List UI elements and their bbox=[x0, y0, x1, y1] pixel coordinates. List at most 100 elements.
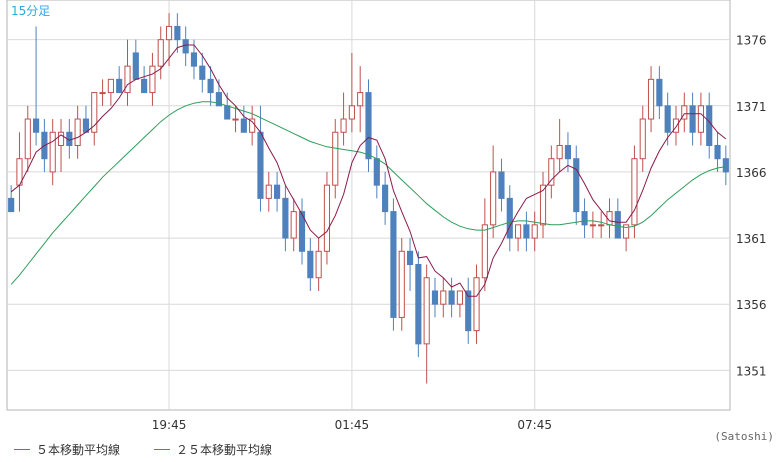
candle-body bbox=[307, 250, 314, 279]
candle-body bbox=[598, 224, 605, 227]
candle-body bbox=[564, 144, 572, 160]
y-tick-label: 1371 bbox=[736, 100, 767, 114]
candle-body bbox=[174, 25, 181, 41]
candle-body bbox=[74, 118, 81, 146]
candle-body bbox=[448, 290, 455, 305]
candle-body bbox=[157, 39, 164, 67]
candle bbox=[631, 145, 638, 239]
candle-body bbox=[647, 78, 655, 120]
candle-body bbox=[182, 39, 189, 54]
candle-body bbox=[589, 224, 596, 227]
candle-body bbox=[141, 78, 148, 94]
candle-body bbox=[265, 184, 272, 199]
candle-body bbox=[656, 78, 663, 107]
candle-body bbox=[398, 250, 405, 318]
legend-swatch-ma5 bbox=[14, 449, 30, 450]
candle-body bbox=[440, 290, 447, 305]
candle-body bbox=[348, 105, 355, 120]
candle-body bbox=[207, 78, 214, 94]
candle-body bbox=[365, 92, 372, 160]
candle-body bbox=[224, 105, 231, 120]
legend: ５本移動平均線 ２５本移動平均線 (Satoshi) bbox=[0, 430, 784, 462]
candle-body bbox=[290, 211, 297, 239]
candle-body bbox=[490, 171, 497, 226]
candle-body bbox=[697, 105, 704, 133]
plot-area bbox=[6, 0, 731, 411]
candle-body bbox=[99, 92, 106, 95]
candle-body bbox=[498, 171, 505, 199]
candle-body bbox=[332, 131, 339, 186]
timeframe-label: 15分足 bbox=[11, 4, 50, 18]
candle-body bbox=[340, 118, 347, 133]
candle-body bbox=[274, 184, 281, 199]
candle-body bbox=[132, 52, 139, 80]
candle-body bbox=[465, 290, 472, 332]
candle-body bbox=[631, 158, 638, 226]
candle-body bbox=[548, 158, 555, 186]
legend-item-ma5: ５本移動平均線 bbox=[14, 441, 120, 458]
candle-body bbox=[323, 184, 331, 252]
y-tick-label: 1356 bbox=[736, 298, 767, 312]
candle-body bbox=[165, 25, 173, 41]
legend-item-ma25: ２５本移動平均線 bbox=[154, 441, 272, 458]
candle bbox=[415, 251, 422, 358]
candle-body bbox=[124, 65, 131, 94]
candle-body bbox=[49, 131, 56, 173]
candle-body bbox=[107, 78, 114, 94]
candle-body bbox=[431, 290, 439, 305]
candle-body bbox=[257, 131, 264, 199]
x-tick-label: 07:45 bbox=[517, 418, 552, 432]
candle-body bbox=[423, 277, 430, 345]
candle-body bbox=[581, 211, 588, 226]
candle-body bbox=[116, 78, 123, 94]
legend-label-ma5: ５本移動平均線 bbox=[36, 443, 121, 457]
candle-body bbox=[24, 118, 31, 160]
candle-body bbox=[57, 131, 65, 146]
candle-body bbox=[282, 197, 289, 239]
x-tick-label: 01:45 bbox=[335, 418, 370, 432]
candle-body bbox=[639, 118, 646, 160]
legend-label-ma25: ２５本移動平均線 bbox=[176, 443, 273, 457]
candle-body bbox=[390, 211, 397, 318]
y-tick-label: 1366 bbox=[736, 166, 767, 180]
y-tick-label: 1351 bbox=[736, 364, 767, 378]
candle bbox=[398, 238, 405, 331]
x-tick-label: 19:45 bbox=[152, 418, 187, 432]
candle-body bbox=[714, 144, 721, 160]
y-tick-label: 1376 bbox=[736, 34, 767, 48]
candle-body bbox=[240, 118, 247, 133]
candle-body bbox=[515, 224, 522, 239]
candle-body bbox=[722, 158, 729, 173]
candle-body bbox=[523, 224, 530, 239]
candle bbox=[390, 198, 397, 331]
candle bbox=[323, 171, 331, 265]
candle-body bbox=[33, 118, 40, 133]
candle-body bbox=[91, 92, 98, 133]
candle-body bbox=[149, 65, 156, 94]
candle-body bbox=[190, 52, 198, 67]
candle-body bbox=[232, 118, 239, 121]
candle-body bbox=[556, 144, 563, 160]
candle-body bbox=[664, 105, 671, 133]
candle-body bbox=[8, 197, 15, 213]
candle-body bbox=[373, 158, 380, 186]
candle-body bbox=[614, 211, 621, 239]
candle-body bbox=[382, 184, 389, 213]
candle-body bbox=[406, 250, 414, 266]
candle-body bbox=[315, 250, 322, 279]
candle bbox=[365, 79, 372, 172]
candle-body bbox=[415, 264, 422, 345]
candle-body bbox=[456, 290, 463, 305]
credit-text: (Satoshi) bbox=[714, 430, 774, 443]
candle-body bbox=[531, 224, 538, 239]
y-tick-label: 1361 bbox=[736, 232, 767, 246]
candle-body bbox=[573, 158, 580, 213]
candle-body bbox=[706, 105, 713, 146]
candle-body bbox=[473, 277, 480, 332]
candle-body bbox=[506, 197, 513, 239]
candle-body bbox=[481, 224, 488, 279]
candle-body bbox=[357, 92, 364, 107]
candle-body bbox=[199, 65, 206, 80]
candle-body bbox=[672, 118, 680, 133]
candle-body bbox=[689, 105, 696, 133]
